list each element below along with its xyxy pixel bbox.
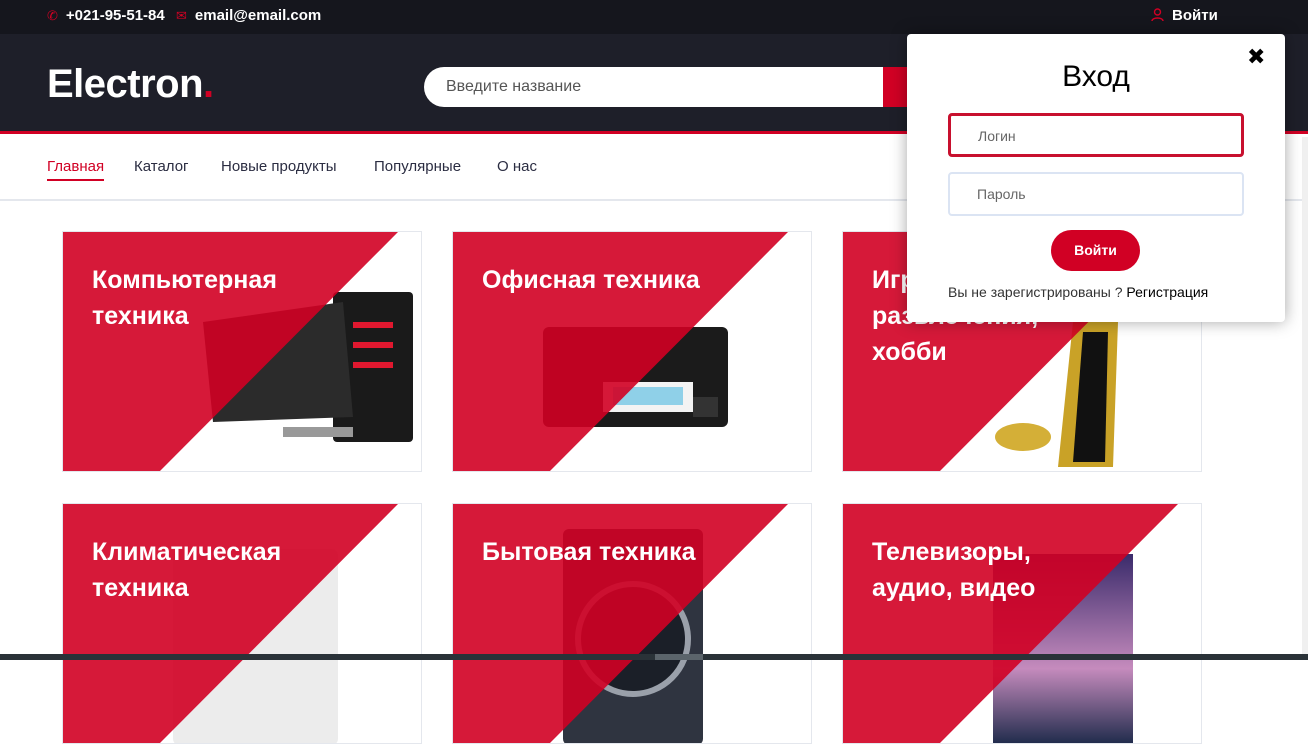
login-field[interactable]: Логин (948, 113, 1244, 157)
password-field[interactable]: Пароль (948, 172, 1244, 216)
user-icon (1151, 7, 1164, 24)
page-scrollbar-track[interactable] (1302, 137, 1308, 654)
search-input[interactable]: Введите название (424, 67, 894, 107)
scrollbar-thumb[interactable] (655, 654, 703, 660)
envelope-icon: ✉ (176, 8, 187, 23)
register-prompt-text: Вы не зарегистрированы ? (948, 284, 1127, 300)
category-title: Телевизоры, аудио, видео (872, 538, 1036, 602)
phone-contact[interactable]: ✆ +021-95-51-84 (47, 7, 165, 24)
phone-icon: ✆ (47, 8, 58, 23)
category-title: Климатическая техника (92, 538, 282, 602)
register-prompt: Вы не зарегистрированы ? Регистрация (948, 284, 1208, 300)
top-bar: ✆ +021-95-51-84 ✉ email@email.com Войти (0, 0, 1308, 34)
site-logo[interactable]: Electron. (47, 62, 214, 107)
category-title: Бытовая техника (482, 538, 696, 566)
login-link-label: Войти (1172, 7, 1218, 24)
category-card-computers[interactable]: Компьютерная техника (62, 231, 422, 472)
category-card-tv[interactable]: Телевизоры, аудио, видео (842, 503, 1202, 744)
login-link[interactable]: Войти (1151, 7, 1218, 24)
nav-item-catalog[interactable]: Каталог (134, 158, 189, 175)
category-card-household[interactable]: Бытовая техника (452, 503, 812, 744)
phone-number: +021-95-51-84 (65, 7, 165, 24)
nav-item-popular[interactable]: Популярные (374, 158, 461, 175)
nav-item-home[interactable]: Главная (47, 158, 105, 181)
category-card-climate[interactable]: Климатическая техника (62, 503, 422, 744)
email-contact[interactable]: ✉ email@email.com (176, 7, 321, 24)
nav-item-about[interactable]: О нас (497, 158, 537, 175)
register-link[interactable]: Регистрация (1126, 284, 1208, 300)
horizontal-scrollbar[interactable] (0, 654, 1308, 660)
category-title: Офисная техника (482, 266, 700, 294)
modal-title: Вход (1062, 60, 1130, 93)
nav-item-new-products[interactable]: Новые продукты (221, 158, 337, 175)
category-title: Компьютерная техника (92, 266, 277, 330)
login-modal: ✖ Вход Логин Пароль Войти Вы не зарегист… (907, 34, 1285, 322)
category-card-office[interactable]: Офисная техника (452, 231, 812, 472)
login-submit-button[interactable]: Войти (1051, 230, 1140, 271)
email-address: email@email.com (194, 7, 322, 24)
